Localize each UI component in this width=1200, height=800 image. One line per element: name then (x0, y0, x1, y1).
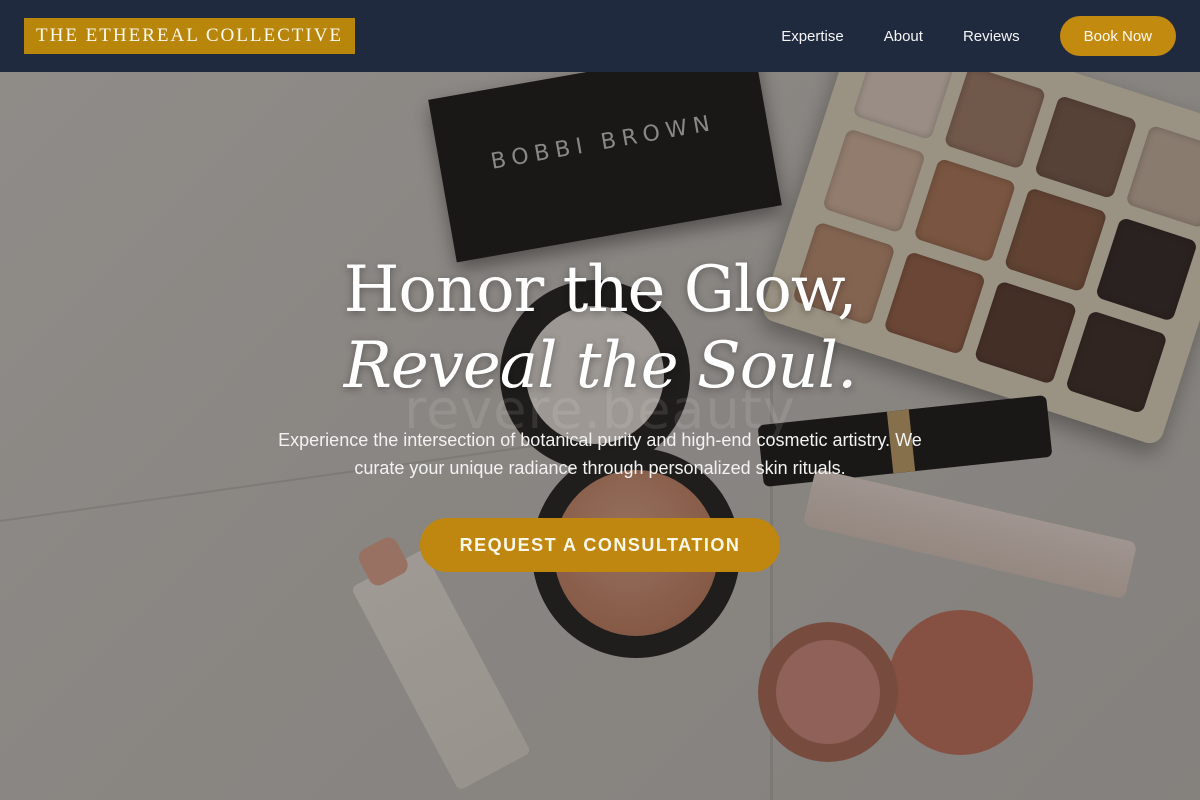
nav-link-reviews[interactable]: Reviews (963, 28, 1020, 45)
brand-logo[interactable]: THE ETHEREAL COLLECTIVE (24, 18, 356, 54)
hero-content: revere.beauty Honor the Glow, Reveal the… (0, 252, 1200, 572)
top-navbar: THE ETHEREAL COLLECTIVE Expertise About … (0, 0, 1200, 72)
hero-headline: Honor the Glow, Reveal the Soul. (0, 252, 1200, 404)
hero-subtext: Experience the intersection of botanical… (278, 430, 922, 478)
nav-links: Expertise About Reviews Book Now (781, 16, 1176, 56)
request-consultation-button[interactable]: REQUEST A CONSULTATION (419, 518, 781, 572)
nav-link-about[interactable]: About (884, 28, 923, 45)
book-now-button[interactable]: Book Now (1059, 16, 1176, 56)
hero-headline-line1: Honor the Glow, (343, 253, 858, 327)
hero-headline-line2: Reveal the Soul. (343, 329, 858, 403)
nav-link-expertise[interactable]: Expertise (781, 28, 844, 45)
